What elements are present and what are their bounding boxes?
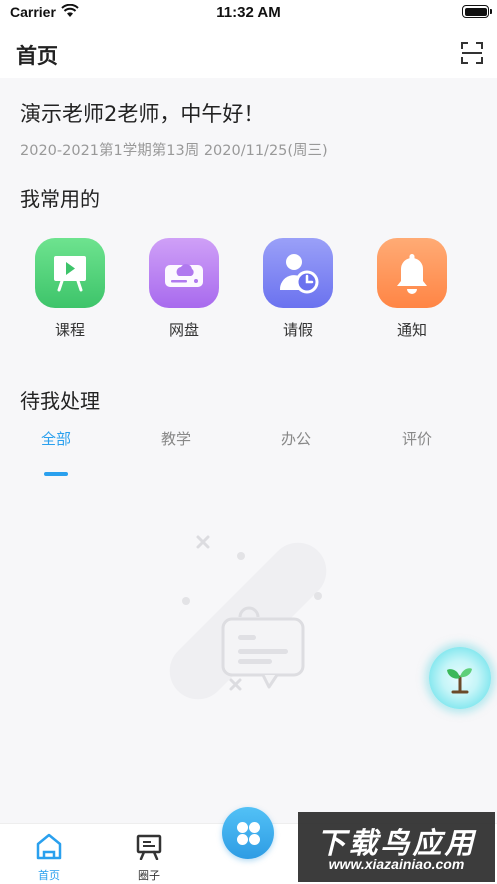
app-label: 请假 [282,321,313,339]
tab-evaluation[interactable]: 评价 [377,428,457,449]
sprout-icon [447,668,472,694]
empty-state-illustration [169,535,327,700]
tabbar-item-home[interactable]: 首页 [19,832,79,883]
tab-teaching[interactable]: 教学 [136,428,216,449]
watermark-url: www.xiazainiao.com [328,856,465,872]
pending-tabs: 全部 教学 办公 评价 [0,428,497,478]
leave-request-icon [263,238,333,308]
app-notice[interactable]: 通知 [372,238,452,340]
main-content: 演示老师2老师，中午好！ 2020-2021第1学期第13周 2020/11/2… [0,78,497,823]
bell-icon [377,238,447,308]
nav-bar: 首页 [0,26,497,78]
frequent-section-title: 我常用的 [20,187,100,211]
floating-assistant-button[interactable] [429,647,491,709]
cloud-drive-icon [149,238,219,308]
term-date-info: 2020-2021第1学期第13周 2020/11/25(周三) [20,143,328,159]
app-label: 通知 [396,321,427,339]
tabbar-item-circle[interactable]: 圈子 [119,832,179,883]
app-label: 网盘 [168,321,199,339]
clock: 11:32 AM [216,4,281,21]
center-apps-button[interactable] [222,807,274,859]
app-leave[interactable]: 请假 [258,238,338,340]
pending-section-title: 待我处理 [20,389,100,413]
greeting-text: 演示老师2老师，中午好！ [20,102,265,126]
app-course[interactable]: 课程 [30,238,110,340]
status-bar: Carrier 11:32 AM [0,0,497,26]
battery-icon [462,5,492,18]
tabbar-label: 首页 [38,869,60,882]
watermark: 下载鸟应用 www.xiazainiao.com [298,812,495,882]
frequent-apps: 课程 网盘 请假 通知 [0,238,497,348]
tab-office[interactable]: 办公 [256,428,336,449]
app-cloud-drive[interactable]: 网盘 [144,238,224,340]
scan-icon[interactable] [461,42,483,64]
home-icon [36,833,62,860]
tab-all[interactable]: 全部 [16,428,96,449]
app-label: 课程 [54,321,85,339]
tabbar-label: 圈子 [138,869,160,882]
page-title: 首页 [16,44,58,68]
board-icon [136,834,162,861]
course-board-icon [35,238,105,308]
active-tab-indicator [44,472,68,476]
